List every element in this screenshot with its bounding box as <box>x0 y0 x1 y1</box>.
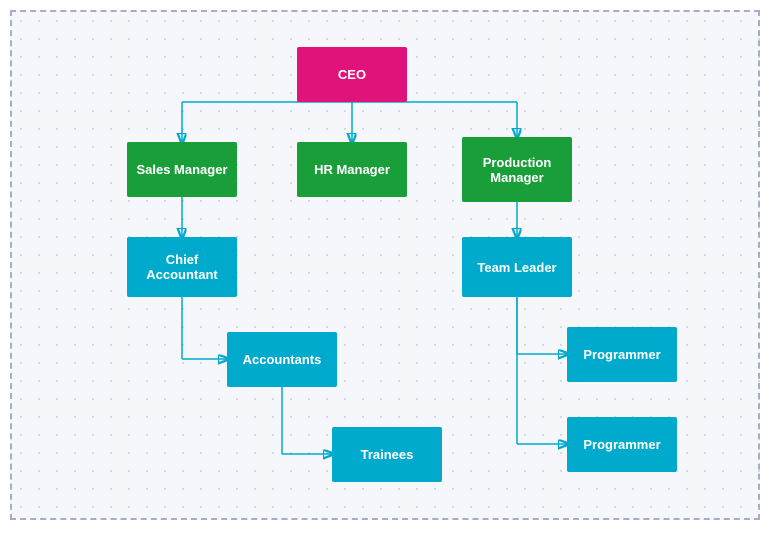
chief-accountant-node: Chief Accountant <box>127 237 237 297</box>
trainees-node: Trainees <box>332 427 442 482</box>
programmer2-node: Programmer <box>567 417 677 472</box>
hr-manager-node: HR Manager <box>297 142 407 197</box>
sales-manager-node: Sales Manager <box>127 142 237 197</box>
ceo-node: CEO <box>297 47 407 102</box>
accountants-node: Accountants <box>227 332 337 387</box>
team-leader-node: Team Leader <box>462 237 572 297</box>
org-chart-canvas: CEO Sales Manager HR Manager Production … <box>10 10 760 520</box>
production-manager-node: Production Manager <box>462 137 572 202</box>
programmer1-node: Programmer <box>567 327 677 382</box>
